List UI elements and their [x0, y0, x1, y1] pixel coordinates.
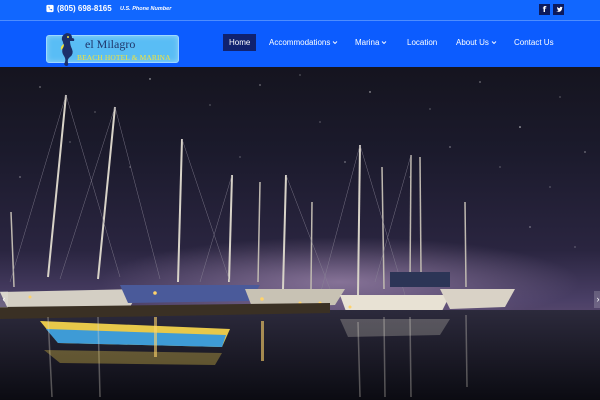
- nav-accommodations-label: Accommodations: [269, 38, 331, 47]
- top-bar: (805) 698-8165 U.S. Phone Number f: [0, 0, 600, 20]
- phone-number: (805) 698-8165: [57, 4, 112, 13]
- phone-link[interactable]: (805) 698-8165: [46, 4, 112, 13]
- logo-subtitle: BEACH HOTEL & MARINA: [77, 53, 171, 62]
- chevron-down-icon: [333, 41, 338, 45]
- site-header: el Milagro BEACH HOTEL & MARINA Home Acc…: [0, 20, 600, 67]
- chevron-down-icon: [491, 41, 497, 45]
- chevron-down-icon: [382, 41, 387, 45]
- slider-next-button[interactable]: ›: [594, 291, 600, 308]
- nav-about-us[interactable]: About Us: [456, 34, 497, 51]
- nav-location-label: Location: [407, 38, 438, 47]
- nav-marina[interactable]: Marina: [355, 34, 387, 51]
- nav-accommodations[interactable]: Accommodations: [269, 34, 338, 51]
- logo-name: el Milagro: [85, 37, 136, 51]
- facebook-icon[interactable]: f: [539, 4, 550, 15]
- twitter-icon[interactable]: [553, 4, 564, 15]
- nav-contact-us[interactable]: Contact Us: [514, 34, 554, 51]
- nav-home[interactable]: Home: [223, 34, 257, 51]
- page: (805) 698-8165 U.S. Phone Number f el Mi…: [0, 0, 600, 400]
- nav-location[interactable]: Location: [407, 34, 437, 51]
- nav-contact-us-label: Contact Us: [514, 38, 554, 47]
- nav-home-label: Home: [229, 38, 251, 47]
- phone-note: U.S. Phone Number: [120, 6, 172, 12]
- nav-marina-label: Marina: [355, 38, 380, 47]
- seahorse-icon: [60, 33, 75, 66]
- nav-about-us-label: About Us: [456, 38, 489, 47]
- phone-icon: [46, 4, 54, 13]
- site-logo[interactable]: el Milagro BEACH HOTEL & MARINA: [46, 33, 179, 66]
- hero-image: [0, 74, 600, 400]
- hero-slider: ‹ ›: [0, 67, 600, 400]
- slider-prev-button[interactable]: ‹: [0, 291, 8, 308]
